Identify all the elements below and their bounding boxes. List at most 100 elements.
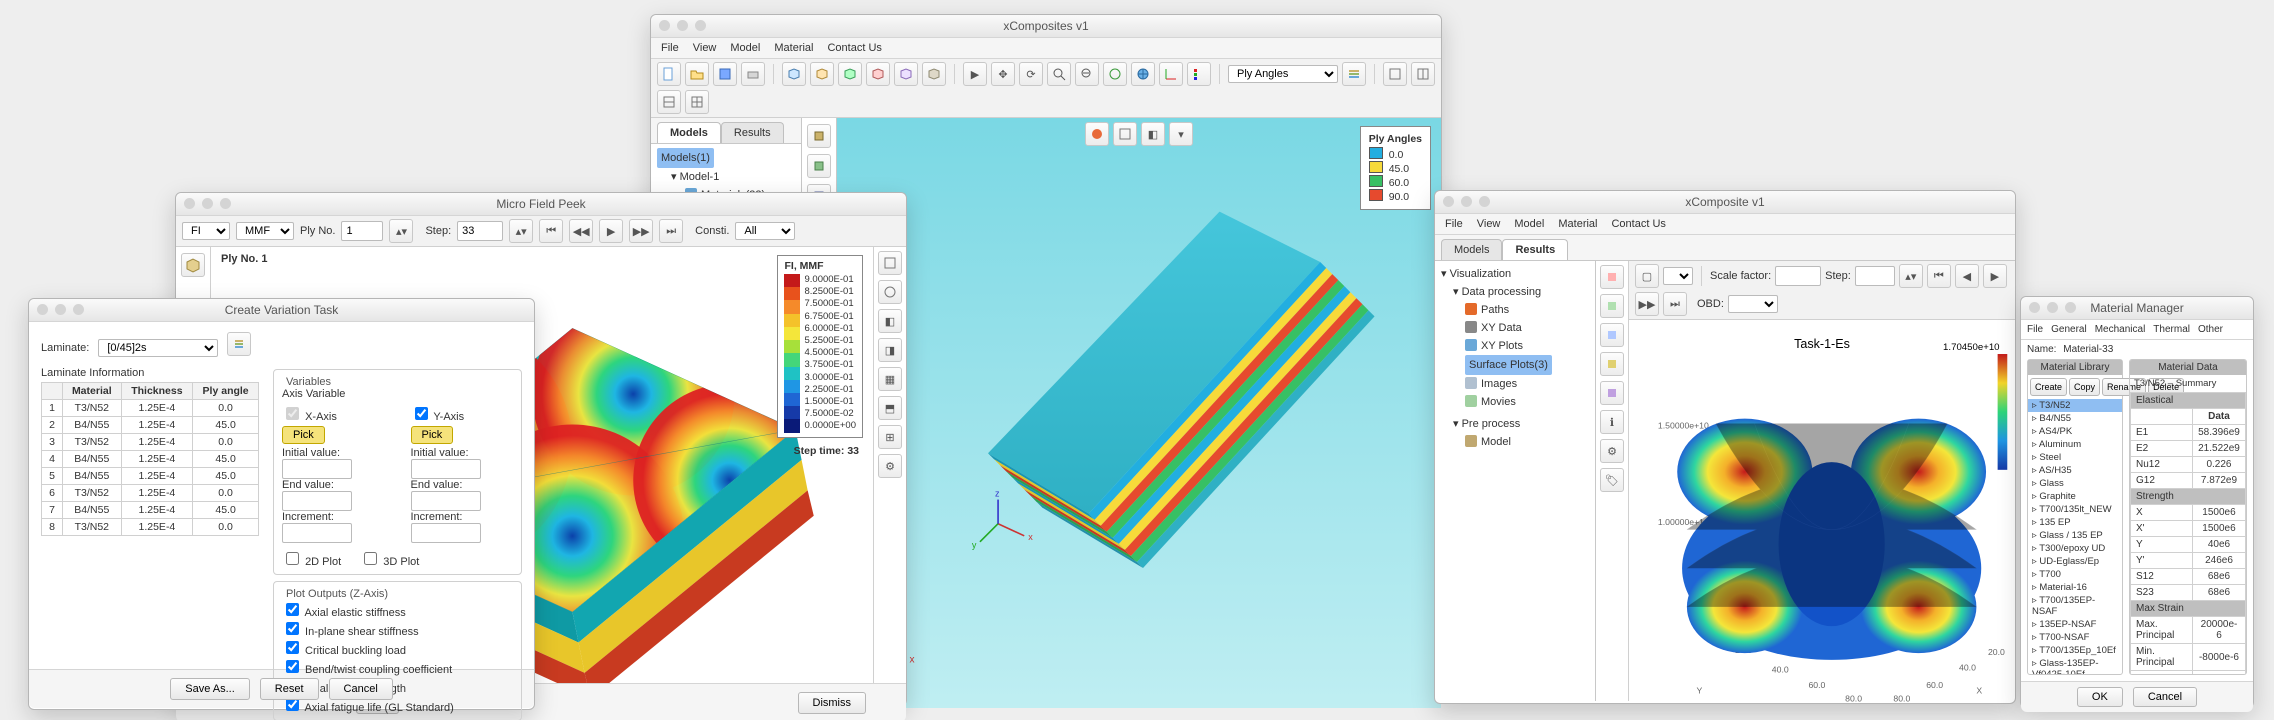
mat-ok-button[interactable]: OK [2077, 687, 2123, 707]
rt-images[interactable]: Images [1481, 378, 1517, 390]
mat-list-item[interactable]: ▹ T300/epoxy UD [2028, 542, 2122, 555]
table-row[interactable]: 7B4/N551.25E-445.0 [42, 502, 259, 519]
rc-b-icon[interactable] [1600, 294, 1624, 318]
res-menu-file[interactable]: File [1445, 218, 1463, 230]
x-inc-input[interactable] [282, 523, 352, 543]
table-row[interactable]: 5B4/N551.25E-445.0 [42, 468, 259, 485]
res-tab-results[interactable]: Results [1502, 239, 1568, 260]
ply-stepper-icon[interactable]: ▴▾ [389, 219, 413, 243]
save-icon[interactable] [713, 62, 737, 86]
tool3-icon[interactable]: ◧ [878, 309, 902, 333]
mat-list-item[interactable]: ▹ UD-Eglass/Ep [2028, 555, 2122, 568]
xaxis-check[interactable]: X-Axis [282, 411, 337, 423]
mat-cancel-button[interactable]: Cancel [2133, 687, 2197, 707]
mat-list-item[interactable]: ▹ Glass / 135 EP [2028, 529, 2122, 542]
prev-icon[interactable]: ◀◀ [569, 219, 593, 243]
tool4-icon[interactable]: ◨ [878, 338, 902, 362]
table-row[interactable]: 1T3/N521.25E-40.0 [42, 400, 259, 417]
saveas-button[interactable]: Save As... [170, 678, 250, 700]
mat-list-item[interactable]: ▹ Aluminum [2028, 438, 2122, 451]
view-mode-select[interactable]: Ply Angles [1228, 65, 1338, 83]
rt-xyplots[interactable]: XY Plots [1481, 340, 1523, 352]
rt-model[interactable]: Model [1481, 436, 1511, 448]
mat-list-item[interactable]: ▹ Steel [2028, 451, 2122, 464]
output-check[interactable]: Critical buckling load [282, 645, 406, 657]
next-icon[interactable]: ▶▶ [629, 219, 653, 243]
mat-tab-other[interactable]: Other [2198, 324, 2223, 335]
axes-icon[interactable] [1159, 62, 1183, 86]
res-menu-view[interactable]: View [1477, 218, 1501, 230]
obj-cube2-icon[interactable] [807, 154, 831, 178]
move-icon[interactable]: ✥ [991, 62, 1015, 86]
rt-paths[interactable]: Paths [1481, 304, 1509, 316]
zoom-in-icon[interactable] [1047, 62, 1071, 86]
zoom-fit-icon[interactable] [1075, 62, 1099, 86]
pick-y-button[interactable]: Pick [411, 426, 454, 444]
rc-first-icon[interactable]: ⏮ [1927, 264, 1951, 288]
table-row[interactable]: 6T3/N521.25E-40.0 [42, 485, 259, 502]
consti-select[interactable]: All [735, 222, 795, 240]
box-f-icon[interactable] [922, 62, 946, 86]
tree-model1[interactable]: Model-1 [680, 171, 720, 183]
scale-input[interactable] [1775, 266, 1821, 286]
box-e-icon[interactable] [894, 62, 918, 86]
laminate-stack-icon[interactable] [227, 332, 251, 356]
field2-select[interactable]: MMF [236, 222, 294, 240]
menu-file[interactable]: File [661, 42, 679, 54]
rc-act1-icon[interactable]: ▢ [1635, 264, 1659, 288]
vp1-icon[interactable] [1383, 62, 1407, 86]
x-init-input[interactable] [282, 459, 352, 479]
mat-list-item[interactable]: ▹ T700/135Ep_10Ef [2028, 644, 2122, 657]
res-tab-models[interactable]: Models [1441, 239, 1502, 260]
play-icon[interactable]: ▶ [599, 219, 623, 243]
vp4-icon[interactable] [685, 90, 709, 114]
box-a-icon[interactable] [782, 62, 806, 86]
mat-list-item[interactable]: ▹ Glass [2028, 477, 2122, 490]
mat-list-item[interactable]: ▹ 135EP-NSAF [2028, 618, 2122, 631]
tree-root-models[interactable]: Models(1) [657, 148, 714, 168]
mat-list-item[interactable]: ▹ AS4/PK [2028, 425, 2122, 438]
label-icon[interactable]: 🏷 [1600, 468, 1624, 492]
y-init-input[interactable] [411, 459, 481, 479]
orbit-icon[interactable] [1103, 62, 1127, 86]
mat-list-item[interactable]: ▹ T700 [2028, 568, 2122, 581]
menu-material[interactable]: Material [774, 42, 813, 54]
reset-button[interactable]: Reset [260, 678, 319, 700]
box-b-icon[interactable] [810, 62, 834, 86]
first-icon[interactable]: ⏮ [539, 219, 563, 243]
plyno-input[interactable] [341, 221, 383, 241]
y-end-input[interactable] [411, 491, 481, 511]
mat-list-item[interactable]: ▹ T3/N52 [2028, 399, 2122, 412]
3dplot-check[interactable]: 3D Plot [360, 556, 419, 568]
step-input2[interactable] [1855, 266, 1895, 286]
mat-list-item[interactable]: ▹ T700-NSAF [2028, 631, 2122, 644]
table-row[interactable]: 8T3/N521.25E-40.0 [42, 519, 259, 536]
step-stepper-icon[interactable]: ▴▾ [509, 219, 533, 243]
menu-contact[interactable]: Contact Us [827, 42, 881, 54]
tool7-icon[interactable]: ⊞ [878, 425, 902, 449]
mat-list-item[interactable]: ▹ T700/135lt_NEW [2028, 503, 2122, 516]
cancel-button[interactable]: Cancel [329, 678, 393, 700]
rt-movies[interactable]: Movies [1481, 396, 1516, 408]
res-menu-contact[interactable]: Contact Us [1611, 218, 1665, 230]
res-menu-model[interactable]: Model [1514, 218, 1544, 230]
table-row[interactable]: 3T3/N521.25E-40.0 [42, 434, 259, 451]
table-row[interactable]: 2B4/N551.25E-445.0 [42, 417, 259, 434]
rc-a-icon[interactable] [1600, 265, 1624, 289]
mat-list-item[interactable]: ▹ AS/H35 [2028, 464, 2122, 477]
menu-view[interactable]: View [693, 42, 717, 54]
rc-e-icon[interactable] [1600, 381, 1624, 405]
step-input[interactable] [457, 221, 503, 241]
output-check[interactable]: In-plane shear stiffness [282, 626, 419, 638]
mat-list-item[interactable]: ▹ B4/N55 [2028, 412, 2122, 425]
tab-models[interactable]: Models [657, 122, 721, 143]
rc-stepud-icon[interactable]: ▴▾ [1899, 264, 1923, 288]
vp3-icon[interactable] [657, 90, 681, 114]
rotate-icon[interactable]: ⟳ [1019, 62, 1043, 86]
yaxis-check[interactable]: Y-Axis [411, 411, 465, 423]
info-icon[interactable]: ℹ [1600, 410, 1624, 434]
mat-list-item[interactable]: ▹ Glass-135EP-Vf0425-10Ef [2028, 657, 2122, 674]
mat-tab-file[interactable]: File [2027, 324, 2043, 335]
rc-next-icon[interactable]: ▶▶ [1635, 292, 1659, 316]
mat-copy-button[interactable]: Copy [2069, 378, 2100, 396]
